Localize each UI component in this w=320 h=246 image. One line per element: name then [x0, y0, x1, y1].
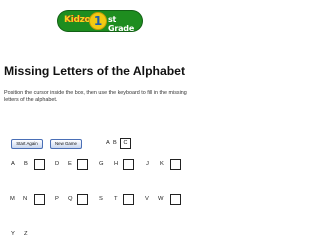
new-game-button[interactable]: New Game — [50, 139, 82, 149]
instructions-text: Position the cursor inside the box, then… — [4, 90, 187, 103]
letter-n: N — [23, 196, 28, 202]
sample-answer-box: C — [120, 138, 131, 149]
page-title: Missing Letters of the Alphabet — [4, 64, 186, 78]
answer-box-o[interactable] — [34, 194, 45, 205]
sample-letter-b: B — [113, 140, 117, 146]
letter-a: A — [11, 161, 15, 167]
letter-h: H — [114, 161, 119, 167]
sample-letter-a: A — [106, 140, 110, 146]
logo-grade-number: 1 — [89, 12, 107, 30]
logo-grade-text: st Grade — [108, 15, 135, 33]
letter-s: S — [99, 196, 103, 202]
letter-j: J — [146, 161, 149, 167]
letter-z: Z — [24, 231, 28, 237]
answer-box-l[interactable] — [170, 159, 181, 170]
letter-v: V — [145, 196, 149, 202]
letter-y: Y — [11, 231, 15, 237]
answer-box-i[interactable] — [123, 159, 134, 170]
answer-box-f[interactable] — [77, 159, 88, 170]
letter-k: K — [160, 161, 164, 167]
answer-box-r[interactable] — [77, 194, 88, 205]
letter-w: W — [158, 196, 164, 202]
letter-e: E — [68, 161, 72, 167]
letter-p: P — [55, 196, 59, 202]
letter-b: B — [24, 161, 28, 167]
kidzone-logo: Kidzone 1 st Grade — [58, 11, 142, 33]
letter-t: T — [114, 196, 118, 202]
answer-box-u[interactable] — [123, 194, 134, 205]
letter-d: D — [55, 161, 60, 167]
answer-box-x[interactable] — [170, 194, 181, 205]
start-again-button[interactable]: Start Again — [11, 139, 43, 149]
answer-box-c[interactable] — [34, 159, 45, 170]
letter-g: G — [99, 161, 104, 167]
letter-m: M — [10, 196, 15, 202]
letter-q: Q — [68, 196, 73, 202]
